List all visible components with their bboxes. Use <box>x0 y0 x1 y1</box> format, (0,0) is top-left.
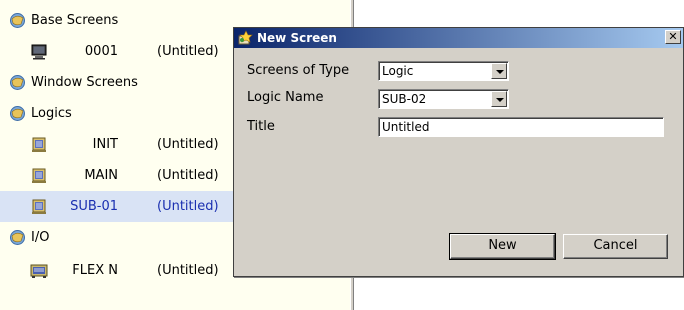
tree-folder-io[interactable]: I/O <box>0 222 49 253</box>
tree-item-main[interactable]: MAIN (Untitled) <box>0 160 240 191</box>
new-screen-dialog: New Screen ✕ Screens of Type Logic Logic… <box>233 27 684 277</box>
new-button[interactable]: New <box>449 233 556 260</box>
tree-folder-window-screens[interactable]: Window Screens <box>0 67 138 98</box>
tree-folder-base-screens[interactable]: Base Screens <box>0 5 118 36</box>
tree-item-init[interactable]: INIT (Untitled) <box>0 129 240 160</box>
dialog-titlebar[interactable]: New Screen ✕ <box>234 28 683 48</box>
tree-folder-label: I/O <box>31 230 50 245</box>
title-field-value: Untitled <box>382 120 430 134</box>
folder-icon <box>9 12 26 29</box>
tree-item-sub-01[interactable]: SUB-01 (Untitled) <box>0 191 240 222</box>
title-label: Title <box>247 119 275 134</box>
tree-item-title: (Untitled) <box>157 44 219 59</box>
logic-name-dropdown[interactable]: SUB-02 <box>378 89 509 109</box>
chevron-down-icon[interactable] <box>491 63 507 79</box>
cancel-button[interactable]: Cancel <box>563 234 668 259</box>
logic-icon <box>30 137 48 153</box>
new-screen-icon <box>237 30 253 46</box>
tree-folder-logics[interactable]: Logics <box>0 98 72 129</box>
logic-icon <box>30 168 48 184</box>
dialog-title: New Screen <box>257 31 337 45</box>
tree-item-number: INIT <box>92 137 118 152</box>
tree-item-number: SUB-01 <box>70 199 118 214</box>
folder-icon <box>9 105 26 122</box>
dropdown-value: SUB-02 <box>382 92 427 106</box>
io-icon <box>30 263 48 279</box>
tree-item-title: (Untitled) <box>157 168 219 183</box>
screens-of-type-label: Screens of Type <box>247 63 350 78</box>
tree-item-title: (Untitled) <box>157 137 219 152</box>
logic-icon <box>30 199 48 215</box>
close-button[interactable]: ✕ <box>665 30 681 44</box>
monitor-icon <box>30 44 48 60</box>
tree-item-number: FLEX N <box>72 263 118 278</box>
tree-item-title: (Untitled) <box>157 263 219 278</box>
screens-of-type-dropdown[interactable]: Logic <box>378 61 509 81</box>
tree-item-title: (Untitled) <box>157 199 219 214</box>
folder-icon <box>9 74 26 91</box>
tree-item-number: MAIN <box>84 168 118 183</box>
dropdown-value: Logic <box>382 64 414 78</box>
title-field[interactable]: Untitled <box>378 117 664 137</box>
chevron-down-icon[interactable] <box>491 91 507 107</box>
tree-item-number: 0001 <box>84 44 118 59</box>
logic-name-label: Logic Name <box>247 90 324 105</box>
tree-folder-label: Window Screens <box>31 75 138 90</box>
folder-icon <box>9 229 26 246</box>
tree-item-0001[interactable]: 0001 (Untitled) <box>0 36 240 67</box>
tree-item-flex-n[interactable]: FLEX N (Untitled) <box>0 255 240 286</box>
tree-folder-label: Base Screens <box>31 13 119 28</box>
tree-folder-label: Logics <box>31 106 72 121</box>
